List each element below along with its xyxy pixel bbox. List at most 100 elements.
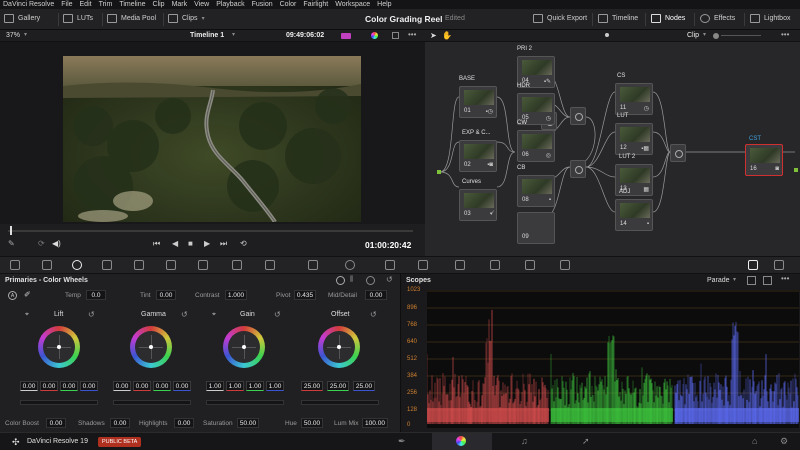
- menu-item-workspace[interactable]: Workspace: [335, 1, 370, 8]
- fusion-page-icon[interactable]: ✒: [398, 436, 406, 447]
- offset-wheel[interactable]: [318, 326, 360, 368]
- wheel-handle[interactable]: [337, 345, 341, 349]
- gamma-y-field[interactable]: 0.00: [113, 381, 131, 391]
- eyedropper-icon[interactable]: [308, 260, 318, 270]
- scope-expand-icon[interactable]: [763, 276, 772, 285]
- info-icon[interactable]: [774, 260, 784, 270]
- picker-icon[interactable]: ✐: [24, 290, 31, 299]
- power-window-icon[interactable]: [345, 260, 355, 270]
- auto-balance-icon[interactable]: A: [8, 291, 17, 300]
- gain-wheel[interactable]: [223, 326, 265, 368]
- magic-mask-icon[interactable]: [418, 260, 428, 270]
- lift-wheel[interactable]: [38, 326, 80, 368]
- fullscreen-icon[interactable]: [392, 32, 399, 39]
- go-to-end-icon[interactable]: ⏭: [220, 239, 227, 249]
- menu-item-file[interactable]: File: [61, 1, 72, 8]
- zoom-slider-handle[interactable]: [713, 33, 719, 39]
- volume-icon[interactable]: ◀): [52, 239, 61, 248]
- node-graph[interactable]: BASE 01 ▪◷ EXP & C... 02 ▪◙ Curves 03 ▪⁄…: [425, 42, 800, 256]
- menu-item-fusion[interactable]: Fusion: [252, 1, 273, 8]
- highlights-field[interactable]: 0.00: [174, 418, 194, 428]
- scopes-icon[interactable]: [748, 260, 758, 270]
- lift-master-slider[interactable]: [20, 400, 98, 405]
- timeline-name[interactable]: Timeline 1: [190, 32, 224, 39]
- menu-item-mark[interactable]: Mark: [172, 1, 188, 8]
- menu-item-timeline[interactable]: Timeline: [119, 1, 145, 8]
- source-port[interactable]: [437, 170, 441, 174]
- lightbox-button[interactable]: Lightbox: [750, 14, 790, 23]
- node-curves[interactable]: 03 ▪⁄: [459, 189, 497, 221]
- menu-item-clip[interactable]: Clip: [153, 1, 165, 8]
- lift-r-field[interactable]: 0.00: [40, 381, 58, 391]
- temp-field[interactable]: 0.0: [86, 290, 106, 300]
- node-exp-contrast[interactable]: 02 ▪◙: [459, 140, 497, 172]
- offset-b-field[interactable]: 25.00: [353, 381, 375, 391]
- nodes-button[interactable]: Nodes: [651, 14, 685, 23]
- scope-settings-icon[interactable]: [747, 276, 756, 285]
- gamma-g-field[interactable]: 0.00: [153, 381, 171, 391]
- layer-mixer-node[interactable]: [570, 107, 586, 125]
- effects-button[interactable]: Effects: [700, 14, 735, 23]
- menu-item-trim[interactable]: Trim: [99, 1, 113, 8]
- gain-r-field[interactable]: 1.00: [226, 381, 244, 391]
- lift-b-field[interactable]: 0.00: [80, 381, 98, 391]
- node-mode-select[interactable]: Clip: [687, 32, 699, 39]
- clips-button[interactable]: Clips ▾: [168, 14, 205, 23]
- menu-item-playback[interactable]: Playback: [216, 1, 244, 8]
- loop-icon[interactable]: ⟲: [240, 239, 247, 248]
- reset-icon[interactable]: ↺: [88, 310, 95, 319]
- color-wheels-icon[interactable]: [72, 260, 82, 270]
- reset-icon[interactable]: ↺: [274, 310, 281, 319]
- home-icon[interactable]: ⌂: [752, 436, 757, 446]
- deliver-page-icon[interactable]: ➚: [582, 436, 590, 447]
- settings-icon[interactable]: ⚙: [780, 436, 788, 447]
- layer-mixer-node[interactable]: [670, 144, 686, 162]
- offset-r-field[interactable]: 25.00: [301, 381, 323, 391]
- wheel-handle[interactable]: [242, 345, 246, 349]
- pointer-icon[interactable]: ➤: [430, 31, 437, 40]
- reset-icon[interactable]: ↺: [370, 310, 377, 319]
- gain-master-slider[interactable]: [206, 400, 284, 405]
- wheels-mode-icon[interactable]: [336, 276, 345, 285]
- fairlight-page-icon[interactable]: ♫: [521, 436, 528, 446]
- 3d-icon[interactable]: [560, 260, 570, 270]
- video-frame[interactable]: [63, 56, 361, 222]
- log-mode-icon[interactable]: [366, 276, 375, 285]
- menu-item-app[interactable]: DaVinci Resolve: [3, 1, 54, 8]
- menu-item-color[interactable]: Color: [280, 1, 297, 8]
- pivot-field[interactable]: 0.435: [294, 290, 316, 300]
- quick-export-button[interactable]: Quick Export: [533, 14, 587, 23]
- qualifier-icon[interactable]: [265, 260, 275, 270]
- timeline-button[interactable]: Timeline: [598, 14, 638, 23]
- key-icon[interactable]: [490, 260, 500, 270]
- color-picker-icon[interactable]: [371, 32, 378, 39]
- scope-mode-select[interactable]: Parade: [707, 277, 730, 284]
- sizing-icon[interactable]: [525, 260, 535, 270]
- node-adj[interactable]: 14 ▪: [615, 199, 653, 231]
- scrubber-track[interactable]: [8, 230, 413, 232]
- play-reverse-icon[interactable]: ◀: [172, 239, 178, 248]
- node-cw[interactable]: 06 ◎: [517, 130, 555, 162]
- gain-y-field[interactable]: 1.00: [206, 381, 224, 391]
- stop-icon[interactable]: ■: [188, 239, 193, 248]
- more-options-icon[interactable]: •••: [781, 30, 789, 39]
- camera-raw-icon[interactable]: [10, 260, 20, 270]
- chevron-down-icon[interactable]: ▾: [703, 31, 706, 38]
- motion-effects-icon[interactable]: [166, 260, 176, 270]
- color-match-icon[interactable]: [42, 260, 52, 270]
- play-icon[interactable]: ▶: [204, 239, 210, 248]
- clip-color-icon[interactable]: [341, 33, 351, 39]
- lift-y-field[interactable]: 0.00: [20, 381, 38, 391]
- more-options-icon[interactable]: •••: [781, 274, 789, 283]
- node-cs[interactable]: 11 ◷: [615, 83, 653, 115]
- bars-mode-icon[interactable]: ⫼: [350, 276, 353, 284]
- reset-icon[interactable]: ↺: [181, 310, 188, 319]
- menu-item-edit[interactable]: Edit: [80, 1, 92, 8]
- menu-item-help[interactable]: Help: [377, 1, 391, 8]
- blur-icon[interactable]: [455, 260, 465, 270]
- output-port[interactable]: [794, 168, 798, 172]
- color-boost-field[interactable]: 0.00: [46, 418, 66, 428]
- menu-item-fairlight[interactable]: Fairlight: [303, 1, 328, 8]
- gallery-button[interactable]: Gallery: [4, 14, 40, 23]
- playhead[interactable]: [10, 226, 12, 235]
